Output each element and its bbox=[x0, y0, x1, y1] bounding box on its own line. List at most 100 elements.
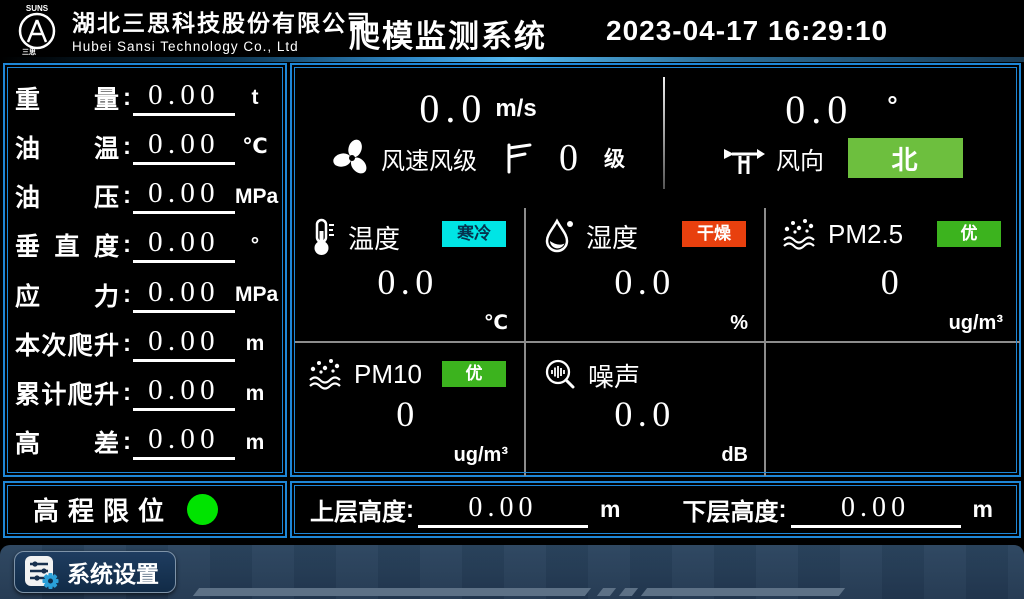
footer-bar: 系统设置 bbox=[0, 545, 1024, 599]
svg-text:SUNS: SUNS bbox=[26, 4, 49, 13]
row-weight: 重量: 0.00 t bbox=[15, 73, 275, 122]
stress-label: 应力 bbox=[15, 277, 119, 313]
wind-vane-icon bbox=[720, 138, 768, 178]
footer-stripe bbox=[641, 588, 845, 596]
header: SUNS 三思 湖北三思科技股份有限公司 Hubei Sansi Technol… bbox=[0, 0, 1024, 57]
total-climb-unit: m bbox=[235, 383, 275, 404]
upper-height-unit: m bbox=[600, 496, 620, 523]
settings-button-label: 系统设置 bbox=[67, 555, 159, 589]
wind-speed-label: 风速风级 bbox=[381, 141, 477, 176]
settings-sliders-gear-icon bbox=[23, 553, 59, 591]
verticality-value: 0.00 bbox=[133, 227, 235, 263]
humidity-unit: % bbox=[730, 312, 748, 335]
pm25-label: PM2.5 bbox=[828, 219, 903, 250]
temperature-value: 0.0 bbox=[292, 261, 524, 303]
height-diff-label: 高差 bbox=[15, 424, 119, 460]
humidity-value: 0.0 bbox=[526, 261, 764, 303]
svg-text:三思: 三思 bbox=[22, 47, 36, 56]
wind-level-value: 0 bbox=[559, 139, 578, 177]
noise-label: 噪声 bbox=[588, 357, 640, 394]
current-climb-unit: m bbox=[235, 333, 275, 354]
header-divider bbox=[0, 57, 1024, 62]
thermometer-icon bbox=[308, 217, 338, 257]
row-verticality: 垂直度: 0.00 ° bbox=[15, 221, 275, 270]
temperature-status-badge: 寒冷 bbox=[442, 221, 506, 247]
droplet-icon bbox=[542, 217, 576, 255]
oil-temp-label: 油温 bbox=[15, 129, 119, 165]
particles-icon bbox=[782, 217, 818, 251]
company-name-en: Hubei Sansi Technology Co., Ltd bbox=[72, 39, 372, 54]
stress-unit: MPa bbox=[235, 284, 275, 305]
wind-direction-value: 0.0 bbox=[785, 90, 853, 130]
system-settings-button[interactable]: 系统设置 bbox=[14, 551, 176, 593]
oil-temp-value: 0.00 bbox=[133, 129, 235, 165]
height-diff-value: 0.00 bbox=[133, 424, 235, 460]
row-total-climb: 累计爬升: 0.00 m bbox=[15, 369, 275, 418]
wind-direction-label: 风向 bbox=[776, 141, 824, 176]
wind-speed-unit: m/s bbox=[495, 95, 536, 123]
wind-direction-section: 0.0 ° 风向 北 bbox=[664, 65, 1019, 203]
row-height-diff: 高差: 0.00 m bbox=[15, 418, 275, 467]
verticality-unit: ° bbox=[235, 235, 275, 256]
height-diff-unit: m bbox=[235, 432, 275, 453]
total-climb-label: 累计爬升 bbox=[15, 375, 119, 411]
pm10-value: 0 bbox=[292, 393, 524, 435]
pm25-unit: ug/m³ bbox=[949, 312, 1003, 335]
measurement-panel: 重量: 0.00 t 油温: 0.00 ℃ 油压: 0.00 MPa 垂直度: … bbox=[3, 63, 287, 477]
pm25-value: 0 bbox=[766, 261, 1019, 303]
temperature-unit: ℃ bbox=[484, 310, 508, 335]
temperature-label: 温度 bbox=[348, 219, 400, 256]
oil-pressure-unit: MPa bbox=[235, 186, 275, 207]
wind-level-flag-icon bbox=[503, 140, 533, 176]
elevation-limit-panel: 高程限位 bbox=[3, 481, 287, 538]
lower-height-group: 下层高度: 0.00 m bbox=[683, 492, 993, 528]
elevation-limit-status-light bbox=[187, 494, 218, 525]
datetime-display: 2023-04-17 16:29:10 bbox=[606, 15, 888, 47]
pm10-unit: ug/m³ bbox=[454, 444, 508, 467]
company-name-cn: 湖北三思科技股份有限公司 bbox=[72, 4, 372, 38]
total-climb-value: 0.00 bbox=[133, 375, 235, 411]
wind-direction-button[interactable]: 北 bbox=[848, 138, 963, 178]
brand: SUNS 三思 湖北三思科技股份有限公司 Hubei Sansi Technol… bbox=[10, 2, 372, 56]
stress-value: 0.00 bbox=[133, 277, 235, 313]
page-title: 爬模监测系统 bbox=[349, 11, 547, 56]
weight-label: 重量 bbox=[15, 80, 119, 116]
temperature-cell: 温度 寒冷 0.0 ℃ bbox=[292, 203, 524, 341]
footer-stripe bbox=[193, 588, 591, 596]
oil-pressure-value: 0.00 bbox=[133, 178, 235, 214]
upper-height-value: 0.00 bbox=[418, 492, 588, 528]
wind-speed-value: 0.0 bbox=[419, 89, 487, 129]
humidity-label: 湿度 bbox=[586, 218, 638, 255]
wind-direction-unit: ° bbox=[887, 90, 897, 121]
weight-value: 0.00 bbox=[133, 80, 235, 116]
monitor-screen: SUNS 三思 湖北三思科技股份有限公司 Hubei Sansi Technol… bbox=[0, 0, 1024, 599]
upper-height-label: 上层高度 bbox=[310, 492, 406, 527]
noise-cell: 噪声 0.0 dB bbox=[526, 343, 764, 473]
pm10-label: PM10 bbox=[354, 359, 422, 390]
verticality-label: 垂直度 bbox=[15, 227, 119, 263]
humidity-status-badge: 干燥 bbox=[682, 221, 746, 247]
lower-height-value: 0.00 bbox=[791, 492, 961, 528]
pm25-cell: PM2.5 优 0 ug/m³ bbox=[766, 203, 1019, 341]
wind-level-unit: 级 bbox=[604, 143, 625, 173]
oil-temp-unit: ℃ bbox=[235, 136, 275, 157]
current-climb-label: 本次爬升 bbox=[15, 326, 119, 362]
weight-unit: t bbox=[235, 87, 275, 108]
humidity-cell: 湿度 干燥 0.0 % bbox=[526, 203, 764, 341]
sansi-logo-icon: SUNS 三思 bbox=[10, 2, 64, 56]
footer-stripe bbox=[619, 588, 638, 596]
wind-speed-section: 0.0 m/s 风速风级 0 级 bbox=[292, 65, 664, 203]
lower-height-label: 下层高度 bbox=[683, 492, 779, 527]
pm10-status-badge: 优 bbox=[442, 361, 506, 387]
lower-height-unit: m bbox=[973, 496, 993, 523]
elevation-limit-label: 高程限位 bbox=[33, 491, 173, 528]
pm10-cell: PM10 优 0 ug/m³ bbox=[292, 343, 524, 473]
noise-meter-icon bbox=[542, 358, 578, 394]
current-climb-value: 0.00 bbox=[133, 326, 235, 362]
pm25-status-badge: 优 bbox=[937, 221, 1001, 247]
footer-stripe bbox=[597, 588, 616, 596]
row-oil-pressure: 油压: 0.00 MPa bbox=[15, 172, 275, 221]
noise-value: 0.0 bbox=[526, 393, 764, 435]
row-oil-temp: 油温: 0.00 ℃ bbox=[15, 122, 275, 171]
row-current-climb: 本次爬升: 0.00 m bbox=[15, 319, 275, 368]
